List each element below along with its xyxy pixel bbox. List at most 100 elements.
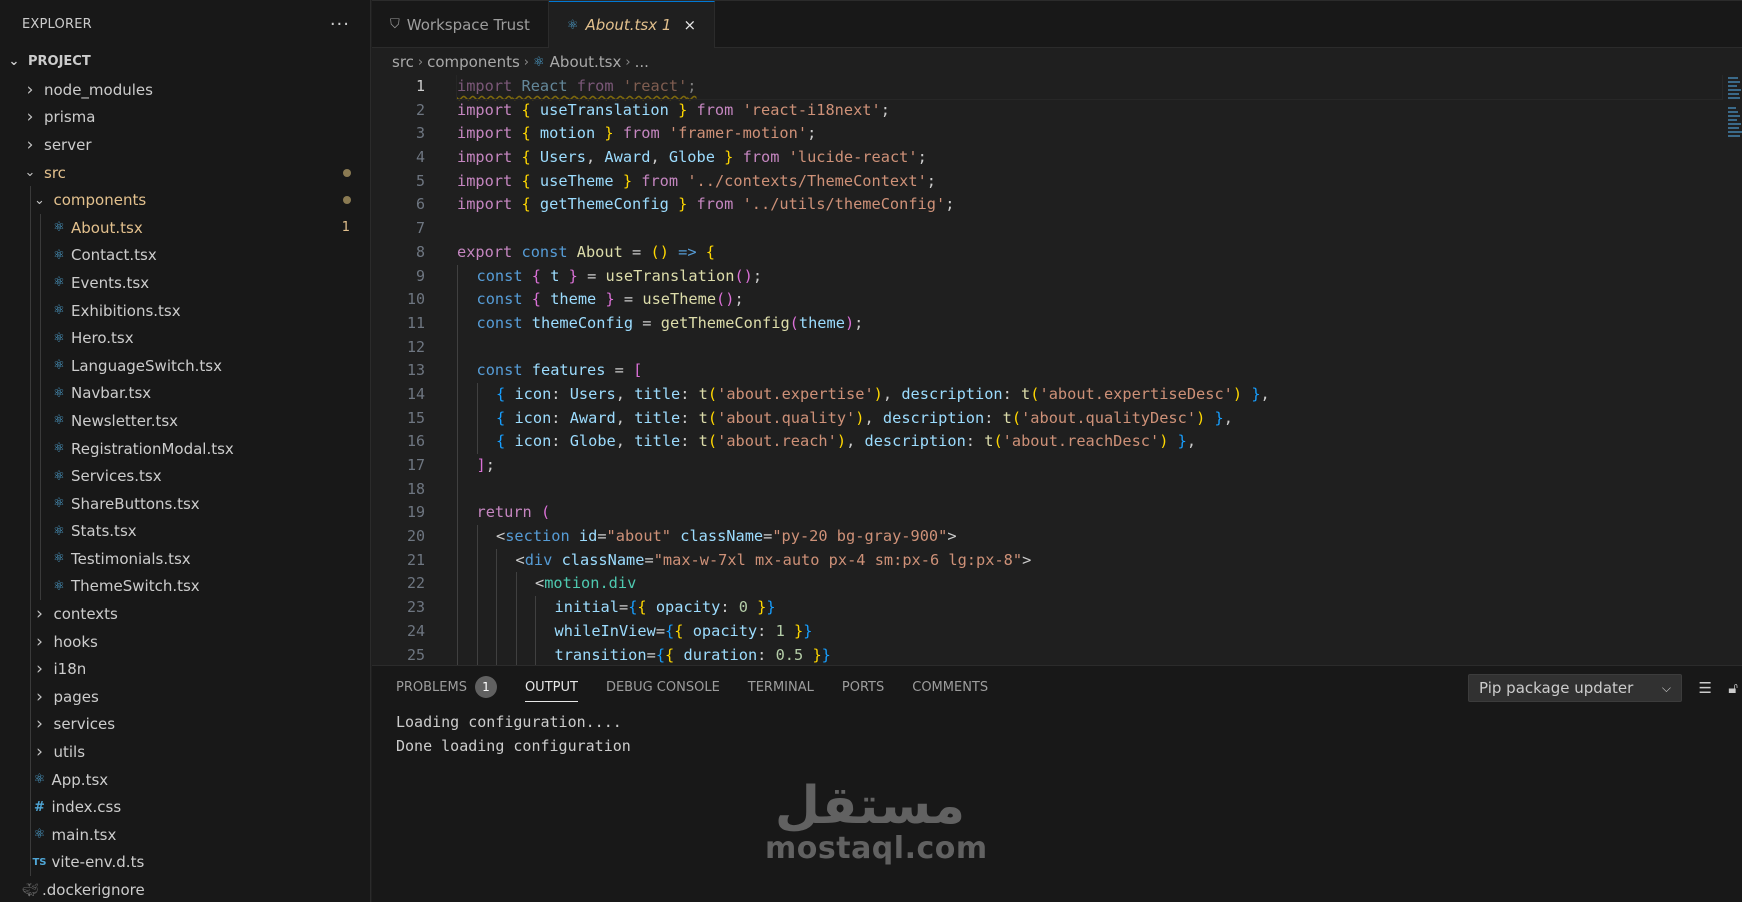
line-number: 11 [406,313,425,332]
code-line[interactable] [457,217,1722,241]
code-token: '../contexts/ThemeContext' [687,171,927,190]
output-channel-select[interactable]: Pip package updater ⌵ [1468,674,1682,702]
breadcrumb-src[interactable]: src [392,53,414,71]
tab-workspace-trust[interactable]: ⛉ Workspace Trust [372,1,549,48]
code-token: < [535,574,545,593]
tree-item[interactable]: ⚛ About.tsx 1 [0,213,370,242]
code-line[interactable]: { icon: Globe, title: t('about.reach'), … [457,430,1722,454]
breadcrumb-symbols[interactable]: ... [635,53,649,71]
tree-item[interactable]: ⚛ Exhibitions.tsx [0,296,370,325]
tree-item[interactable]: ⚛ Newsletter.tsx [0,407,370,435]
code-line[interactable]: import React from 'react'; [456,75,1723,100]
minimap[interactable] [1728,75,1742,175]
code-line[interactable]: import { useTheme } from '../contexts/Th… [457,170,1722,194]
tree-item[interactable]: ⚛ LanguageSwitch.tsx [0,351,370,380]
code-token: t [1021,384,1031,403]
code-token: : [551,432,570,451]
tree-item[interactable]: ⚛ ThemeSwitch.tsx [0,572,370,601]
code-line[interactable]: transition={{ duration: 0.5 }} [457,643,1722,665]
code-line[interactable]: const features = [ [457,359,1722,383]
tab-about-tsx[interactable]: ⚛ About.tsx 1 × [548,1,716,48]
tree-item-label: App.tsx [51,770,109,789]
line-number: 25 [406,645,425,664]
code-token: from [742,148,780,167]
tree-item[interactable]: ⚛ RegistrationModal.tsx [0,434,370,463]
code-line[interactable]: const { theme } = useTheme(); [457,288,1722,312]
close-icon[interactable]: × [683,16,696,34]
project-root[interactable]: ⌄ PROJECT [0,48,370,74]
tab-comments[interactable]: COMMENTS [912,666,988,708]
code-line[interactable]: ]; [457,454,1722,478]
tree-item[interactable]: › hooks [0,627,370,656]
tree-item[interactable]: 🐳︎ .dockerignore [0,876,370,902]
tree-item[interactable]: ⚛ Contact.tsx [0,241,370,270]
code-line[interactable]: export const About = () => { [457,241,1722,265]
tree-item[interactable]: ⚛ Stats.tsx [0,517,370,546]
chevron-right-icon: › [36,686,43,707]
tree-item[interactable]: › pages [0,683,370,711]
code-token: 'react-i18next' [742,100,881,119]
code-line[interactable] [457,477,1722,502]
code-token: ( [1011,408,1022,427]
tree-item[interactable]: ⚛ Services.tsx [0,462,370,490]
tab-ports[interactable]: PORTS [842,666,884,708]
clear-output-icon[interactable]: ☰ [1699,679,1712,697]
tree-item[interactable]: ⚛ ShareButtons.tsx [0,489,370,518]
tree-item[interactable]: › prisma [0,104,370,132]
tree-item[interactable]: TS vite-env.d.ts [0,848,370,877]
tree-item[interactable]: ⌄ components [0,186,370,214]
react-icon: ⚛ [33,827,46,843]
code-line[interactable]: whileInView={{ opacity: 1 }} [457,619,1722,644]
breadcrumb-components[interactable]: components [427,53,520,71]
tab-problems[interactable]: PROBLEMS 1 [396,666,497,708]
tree-item[interactable]: › i18n [0,655,370,684]
tab-terminal[interactable]: TERMINAL [748,666,814,708]
tree-item[interactable]: › node_modules [0,76,370,104]
tree-item[interactable]: ⌄ src [0,159,370,187]
tab-output[interactable]: OUTPUT [524,666,578,708]
tree-item[interactable]: › server [0,131,370,159]
tree-item[interactable]: › services [0,710,370,739]
react-icon: ⚛ [533,54,545,70]
code-line[interactable]: { icon: Users, title: t('about.expertise… [457,382,1722,407]
lock-icon[interactable]: 🔓︎ [1728,679,1738,697]
code-line[interactable]: const themeConfig = getThemeConfig(theme… [457,311,1722,336]
code-token: "max-w-7xl mx-auto px-4 sm:px-6 lg:px-8" [653,550,1023,569]
code-token: { [521,124,531,143]
code-line[interactable]: { icon: Award, title: t('about.quality')… [457,406,1722,431]
code-token: "about" [606,527,672,546]
code-line[interactable]: const { t } = useTranslation(); [457,264,1722,289]
code-area[interactable]: import React from 'react'; import { useTr… [456,75,1723,665]
tree-item-label: Stats.tsx [71,522,137,541]
tree-item[interactable]: › contexts [0,600,370,628]
code-line[interactable]: import { motion } from 'framer-motion'; [457,122,1722,146]
tree-item[interactable]: ⚛ Hero.tsx [0,324,370,352]
code-editor[interactable]: 1 2 3 4 5 6 7 8 9 10 11 12 13 14 15 16 17 18 19 20 21 22 23 24 2… [372,75,1742,665]
code-line[interactable]: <section id="about" className="py-20 bg-… [457,525,1722,549]
tree-item[interactable]: ⚛ Testimonials.tsx [0,545,370,573]
tree-item[interactable]: › utils [0,738,370,766]
code-line[interactable]: <motion.div [457,572,1722,597]
code-line[interactable]: import { Users, Award, Globe } from 'luc… [457,146,1722,170]
code-line[interactable]: initial={{ opacity: 0 }} [457,596,1722,620]
tree-item-label: vite-env.d.ts [51,853,145,872]
code-line[interactable]: <div className="max-w-7xl mx-auto px-4 s… [457,548,1722,573]
code-line[interactable]: import { useTranslation } from 'react-i1… [457,99,1722,123]
tree-item[interactable]: ⚛ Navbar.tsx [0,379,370,408]
code-line[interactable]: import { getThemeConfig } from '../utils… [457,193,1722,217]
code-line[interactable]: return ( [457,501,1722,526]
tab-debug-console[interactable]: DEBUG CONSOLE [606,666,720,708]
tree-item[interactable]: # index.css [0,793,370,822]
tree-item[interactable]: ⚛ App.tsx [0,765,370,794]
code-token: ; [734,290,744,309]
breadcrumb-file[interactable]: About.tsx [550,53,622,71]
tree-item-label: ThemeSwitch.tsx [71,577,200,596]
tree-item[interactable]: ⚛ Events.tsx [0,269,370,297]
ellipsis-icon[interactable]: ··· [330,14,350,35]
code-line[interactable] [457,335,1722,360]
tree-item[interactable]: ⚛ main.tsx [0,821,370,849]
